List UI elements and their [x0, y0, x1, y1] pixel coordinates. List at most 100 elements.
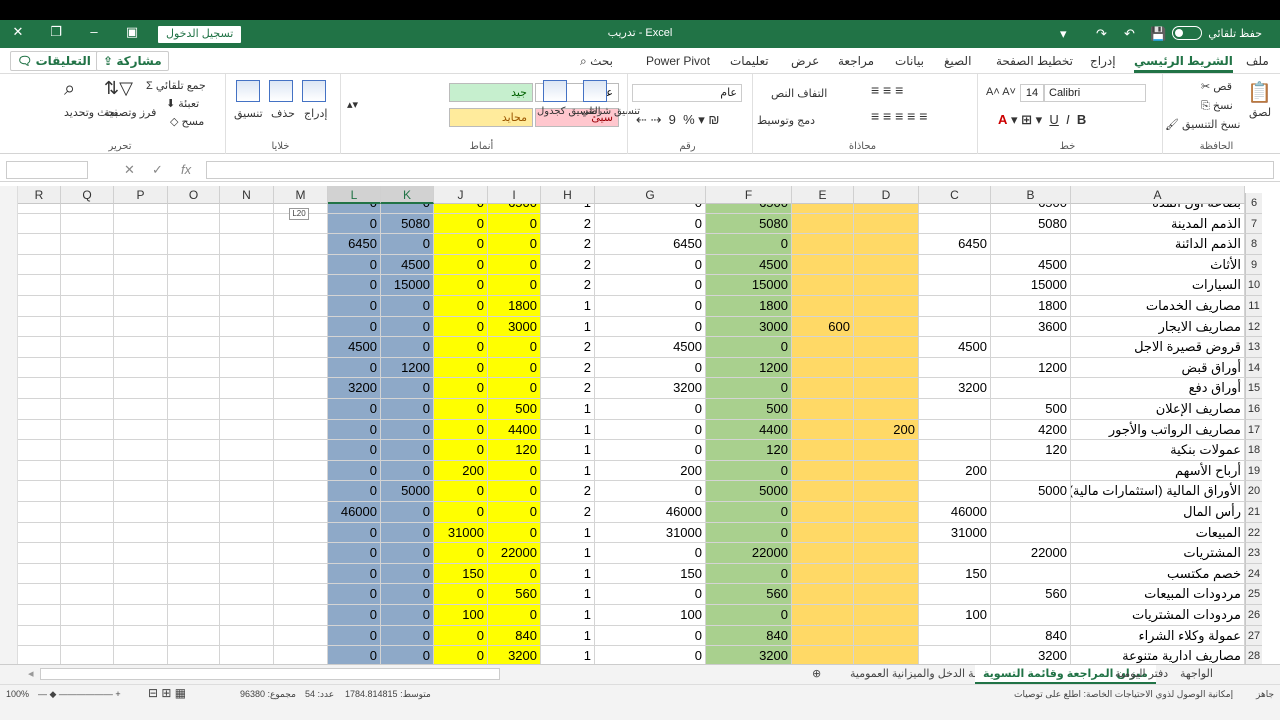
cell-M8[interactable] [274, 234, 328, 255]
cell-J7[interactable]: 0 [434, 213, 488, 235]
cell-B20[interactable]: 5000 [991, 481, 1071, 502]
cell-A18[interactable]: عمولات بنكية [1071, 440, 1245, 461]
cell-M15[interactable] [274, 378, 328, 399]
number-buttons-icon[interactable]: ⇠ ⇢ 9 % ▾ ₪ [636, 112, 719, 128]
cell-M13[interactable] [274, 337, 328, 358]
cell-N18[interactable] [220, 440, 274, 461]
cell-Q26[interactable] [61, 605, 114, 626]
cell-D22[interactable] [854, 522, 919, 544]
cell-N21[interactable] [220, 502, 274, 523]
delete-button[interactable]: حذف [271, 107, 295, 120]
cell-O20[interactable] [168, 481, 220, 502]
cell-Q10[interactable] [61, 275, 114, 296]
toggle-switch-icon[interactable] [1172, 26, 1203, 40]
cell-E28[interactable] [792, 646, 854, 664]
cell-B12[interactable]: 3600 [991, 316, 1071, 338]
cell-I21[interactable]: 0 [488, 502, 541, 523]
cell-R7[interactable] [18, 213, 61, 235]
cell-H9[interactable]: 2 [541, 254, 595, 276]
cell-Q22[interactable] [61, 522, 114, 544]
cell-I20[interactable]: 0 [488, 481, 541, 502]
cell-H26[interactable]: 1 [541, 605, 595, 626]
cell-N11[interactable] [220, 296, 274, 317]
cell-G21[interactable]: 46000 [595, 502, 706, 523]
cell-D21[interactable] [854, 502, 919, 523]
cell-A21[interactable]: رأس المال [1071, 502, 1245, 523]
column-header-K[interactable]: K [381, 186, 434, 204]
cell-P27[interactable] [114, 625, 168, 647]
cell-J8[interactable]: 0 [434, 234, 488, 255]
cell-R8[interactable] [18, 234, 61, 255]
cell-D15[interactable] [854, 378, 919, 399]
tab-home[interactable]: الشريط الرئيسي [1134, 54, 1233, 73]
cell-E9[interactable] [792, 254, 854, 276]
cell-C17[interactable] [919, 419, 991, 441]
cell-G17[interactable]: 0 [595, 419, 706, 441]
cell-H10[interactable]: 2 [541, 275, 595, 296]
cell-Q11[interactable] [61, 296, 114, 317]
cell-L26[interactable]: 0 [328, 605, 381, 626]
cell-D20[interactable] [854, 481, 919, 502]
cell-J19[interactable]: 200 [434, 460, 488, 482]
cell-A13[interactable]: قروض قصيرة الاجل [1071, 337, 1245, 358]
cell-G13[interactable]: 4500 [595, 337, 706, 358]
cell-E19[interactable] [792, 460, 854, 482]
cell-P20[interactable] [114, 481, 168, 502]
cell-R24[interactable] [18, 563, 61, 585]
cell-G26[interactable]: 100 [595, 605, 706, 626]
cell-D27[interactable] [854, 625, 919, 647]
cell-G23[interactable]: 0 [595, 543, 706, 564]
wrap-text-button[interactable]: التفاف النص [771, 87, 827, 100]
tab-file[interactable]: ملف [1246, 54, 1269, 68]
cell-G25[interactable]: 0 [595, 584, 706, 605]
cell-H11[interactable]: 1 [541, 296, 595, 317]
column-header-A[interactable]: A [1071, 186, 1245, 204]
cell-A26[interactable]: مردودات المشتريات [1071, 605, 1245, 626]
cell-R26[interactable] [18, 605, 61, 626]
cell-K22[interactable]: 0 [381, 522, 434, 544]
cell-O15[interactable] [168, 378, 220, 399]
cell-P13[interactable] [114, 337, 168, 358]
cell-A15[interactable]: أوراق دفع [1071, 378, 1245, 399]
cell-A16[interactable]: مصاريف الإعلان [1071, 399, 1245, 420]
cell-L10[interactable]: 0 [328, 275, 381, 296]
tab-help[interactable]: تعليمات [730, 54, 769, 68]
column-header-C[interactable]: C [919, 186, 991, 204]
row-header[interactable]: 12 [1245, 316, 1262, 338]
cell-M9[interactable] [274, 254, 328, 276]
cell-M27[interactable] [274, 625, 328, 647]
cell-B14[interactable]: 1200 [991, 357, 1071, 379]
cell-J16[interactable]: 0 [434, 399, 488, 420]
conditional-format-icon[interactable] [583, 80, 607, 102]
cell-L28[interactable]: 0 [328, 646, 381, 664]
font-name-select[interactable]: Calibri [1044, 84, 1146, 102]
cell-H21[interactable]: 2 [541, 502, 595, 523]
cell-B25[interactable]: 560 [991, 584, 1071, 605]
cell-K11[interactable]: 0 [381, 296, 434, 317]
cell-M22[interactable] [274, 522, 328, 544]
column-header-I[interactable]: I [488, 186, 541, 204]
cell-C23[interactable] [919, 543, 991, 564]
cell-L16[interactable]: 0 [328, 399, 381, 420]
horizontal-scrollbar[interactable] [40, 668, 500, 680]
cell-I14[interactable]: 0 [488, 357, 541, 379]
cell-R17[interactable] [18, 419, 61, 441]
cell-P18[interactable] [114, 440, 168, 461]
cell-H14[interactable]: 2 [541, 357, 595, 379]
cell-B26[interactable] [991, 605, 1071, 626]
cell-I25[interactable]: 560 [488, 584, 541, 605]
autosum-button[interactable]: Σ جمع تلقائي [146, 79, 206, 92]
cell-P10[interactable] [114, 275, 168, 296]
cell-C8[interactable]: 6450 [919, 234, 991, 255]
cell-F21[interactable]: 0 [706, 502, 792, 523]
cell-R9[interactable] [18, 254, 61, 276]
cell-K23[interactable]: 0 [381, 543, 434, 564]
cell-C16[interactable] [919, 399, 991, 420]
cell-I18[interactable]: 120 [488, 440, 541, 461]
cell-L13[interactable]: 4500 [328, 337, 381, 358]
cell-L8[interactable]: 6450 [328, 234, 381, 255]
cell-E18[interactable] [792, 440, 854, 461]
cell-E22[interactable] [792, 522, 854, 544]
cell-O14[interactable] [168, 357, 220, 379]
cell-L15[interactable]: 3200 [328, 378, 381, 399]
